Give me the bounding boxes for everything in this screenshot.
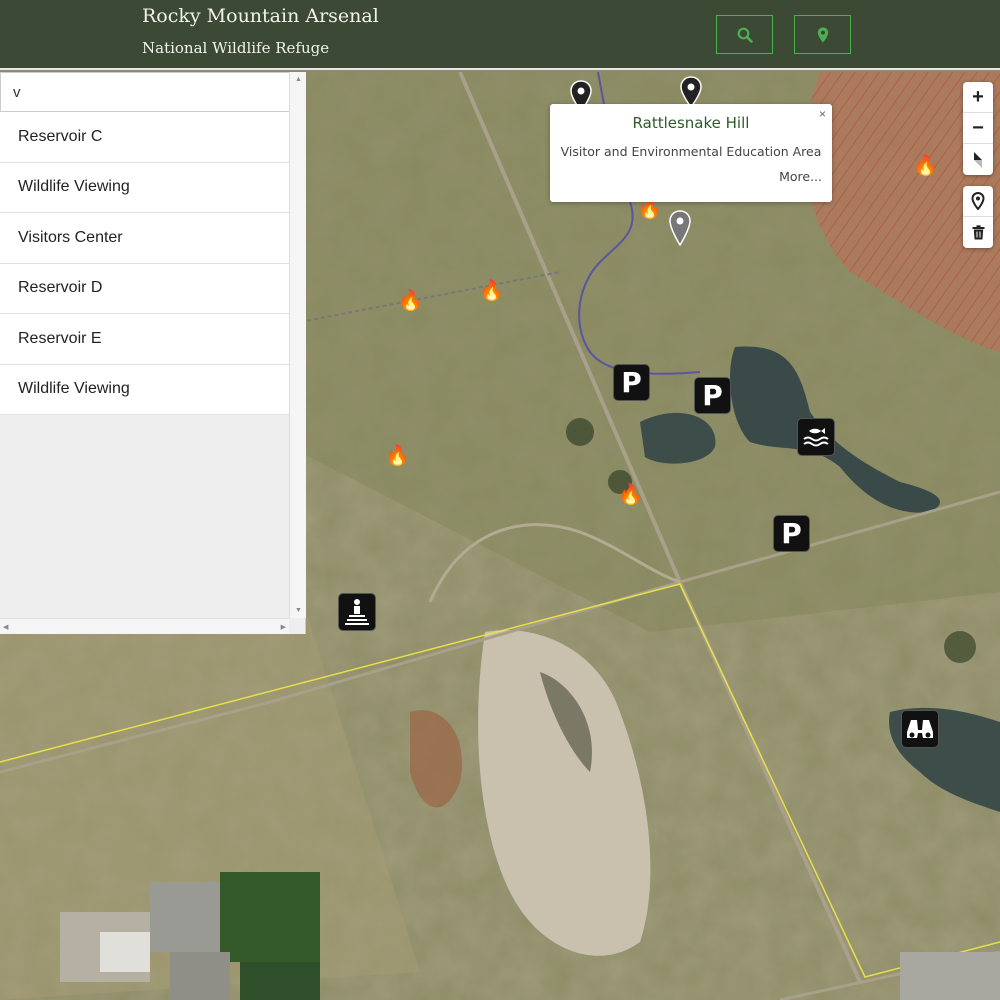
- trash-icon: [972, 225, 984, 240]
- search-input[interactable]: [0, 72, 290, 112]
- search-result-item[interactable]: Visitors Center: [0, 213, 289, 264]
- binoculars-icon[interactable]: [901, 710, 939, 748]
- fire-icon[interactable]: 🔥: [913, 156, 938, 176]
- search-results-list: Reservoir C Wildlife Viewing Visitors Ce…: [0, 112, 289, 415]
- parking-icon[interactable]: P: [613, 364, 650, 401]
- search-result-item[interactable]: Wildlife Viewing: [0, 162, 289, 213]
- fire-icon[interactable]: 🔥: [479, 281, 504, 301]
- search-result-item[interactable]: Reservoir C: [0, 112, 289, 163]
- parking-icon[interactable]: P: [773, 515, 810, 552]
- visitor-center-icon[interactable]: [338, 593, 376, 631]
- search-button[interactable]: [716, 15, 773, 54]
- zoom-in-button[interactable]: +: [963, 82, 993, 113]
- app-title: Rocky Mountain Arsenal: [142, 5, 379, 27]
- zoom-control: + −: [963, 82, 993, 175]
- app-header: Rocky Mountain Arsenal National Wildlife…: [0, 0, 1000, 70]
- map-pin-icon: [817, 27, 828, 42]
- app-subtitle: National Wildlife Refuge: [142, 39, 330, 57]
- scroll-right-icon[interactable]: ▶: [281, 623, 286, 631]
- popup-more-link[interactable]: More...: [779, 169, 822, 184]
- map-pin-icon: [669, 210, 691, 247]
- fire-icon[interactable]: 🔥: [398, 291, 423, 311]
- map-pin-icon: [971, 192, 985, 210]
- compass-icon: [974, 151, 982, 168]
- search-panel: Reservoir C Wildlife Viewing Visitors Ce…: [0, 72, 306, 634]
- scroll-up-icon[interactable]: ▲: [295, 76, 302, 83]
- popup-subtitle: Visitor and Environmental Education Area: [560, 144, 822, 159]
- delete-tool-button[interactable]: [963, 217, 993, 248]
- vertical-scrollbar[interactable]: ▲ ▼: [289, 72, 306, 618]
- fire-icon[interactable]: 🔥: [385, 446, 410, 466]
- place-popup: × Rattlesnake Hill Visitor and Environme…: [550, 104, 832, 202]
- horizontal-scrollbar[interactable]: ◀ ▶: [0, 618, 289, 634]
- search-result-item[interactable]: Wildlife Viewing: [0, 364, 289, 415]
- search-icon: [737, 27, 753, 43]
- parking-icon[interactable]: P: [694, 377, 731, 414]
- fire-icon[interactable]: 🔥: [618, 485, 643, 505]
- search-result-item[interactable]: Reservoir E: [0, 314, 289, 365]
- fire-icon[interactable]: 🔥: [637, 199, 662, 219]
- location-marker[interactable]: [669, 210, 691, 251]
- draw-tools: [963, 186, 993, 248]
- zoom-out-button[interactable]: −: [963, 113, 993, 144]
- marker-tool-button[interactable]: [963, 186, 993, 217]
- compass-button[interactable]: [963, 144, 993, 175]
- scroll-down-icon[interactable]: ▼: [295, 607, 302, 614]
- popup-title: Rattlesnake Hill: [632, 114, 750, 132]
- fishing-icon[interactable]: [797, 418, 835, 456]
- scroll-left-icon[interactable]: ◀: [3, 623, 8, 631]
- location-button[interactable]: [794, 15, 851, 54]
- search-result-item[interactable]: Reservoir D: [0, 263, 289, 314]
